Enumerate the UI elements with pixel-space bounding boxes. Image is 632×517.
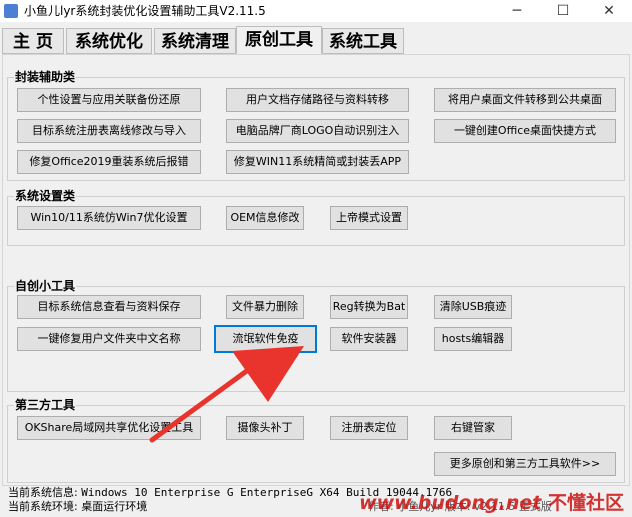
watermark-site: www.budong.net: [359, 492, 542, 514]
watermark-name: 不懂社区: [547, 492, 624, 514]
status-env-label: 当前系统环境:: [8, 500, 78, 513]
status-system-info-label: 当前系统信息:: [8, 486, 78, 499]
watermark: www.budong.net 不懂社区: [359, 488, 624, 515]
status-env-value: 桌面运行环境: [81, 500, 148, 513]
red-arrow-annotation: [149, 346, 304, 443]
status-env: 当前系统环境: 桌面运行环境: [8, 500, 147, 514]
